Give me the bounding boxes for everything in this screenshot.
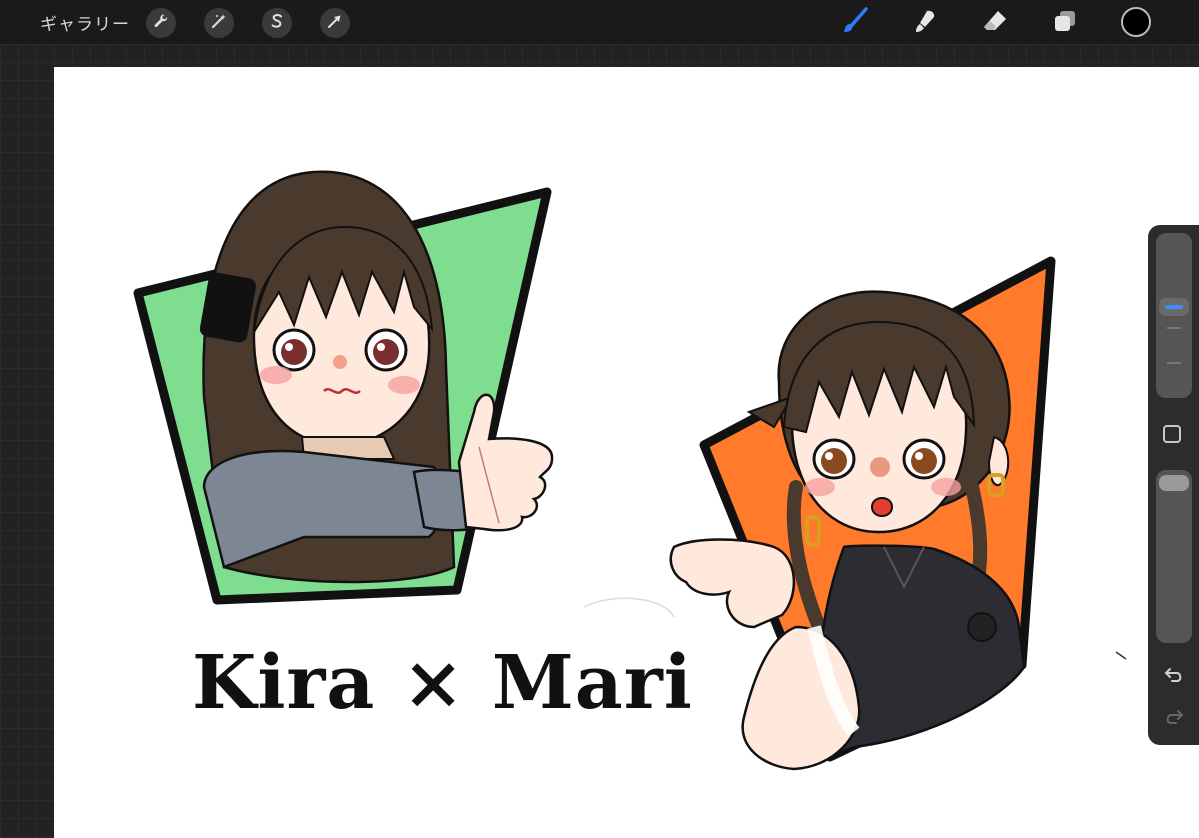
brush-sidebar — [1148, 225, 1199, 745]
selection-s-icon — [268, 12, 286, 34]
layers-button[interactable] — [1048, 6, 1082, 40]
undo-button[interactable] — [1162, 665, 1186, 689]
size-tick — [1167, 362, 1181, 364]
modify-button[interactable] — [1163, 425, 1181, 443]
brush-opacity-slider[interactable] — [1156, 470, 1192, 643]
selection-button[interactable] — [262, 8, 292, 38]
actions-button[interactable] — [146, 8, 176, 38]
drawing-canvas[interactable]: Kira × Mari — [54, 67, 1199, 838]
brush-opacity-thumb[interactable] — [1159, 475, 1189, 491]
size-tick — [1167, 327, 1181, 329]
brush-icon — [840, 6, 870, 40]
arrow-transform-icon — [326, 12, 344, 34]
transform-button[interactable] — [320, 8, 350, 38]
layers-icon — [1051, 7, 1079, 39]
eraser-icon — [981, 7, 1009, 39]
smudge-tool-button[interactable] — [908, 6, 942, 40]
magic-wand-icon — [210, 12, 228, 34]
eraser-tool-button[interactable] — [978, 6, 1012, 40]
brush-size-thumb[interactable] — [1159, 298, 1189, 316]
smudge-icon — [911, 7, 939, 39]
artwork-title-text: Kira × Mari — [192, 640, 693, 726]
color-picker-button[interactable] — [1121, 7, 1151, 37]
redo-icon — [1163, 706, 1185, 732]
gallery-button[interactable]: ギャラリー — [40, 10, 130, 35]
brush-size-slider[interactable] — [1156, 233, 1192, 398]
brush-tool-button[interactable] — [838, 6, 872, 40]
redo-button[interactable] — [1162, 707, 1186, 731]
adjustments-button[interactable] — [204, 8, 234, 38]
undo-icon — [1163, 664, 1185, 690]
top-toolbar: ギャラリー — [0, 0, 1199, 44]
wrench-icon — [152, 12, 170, 34]
